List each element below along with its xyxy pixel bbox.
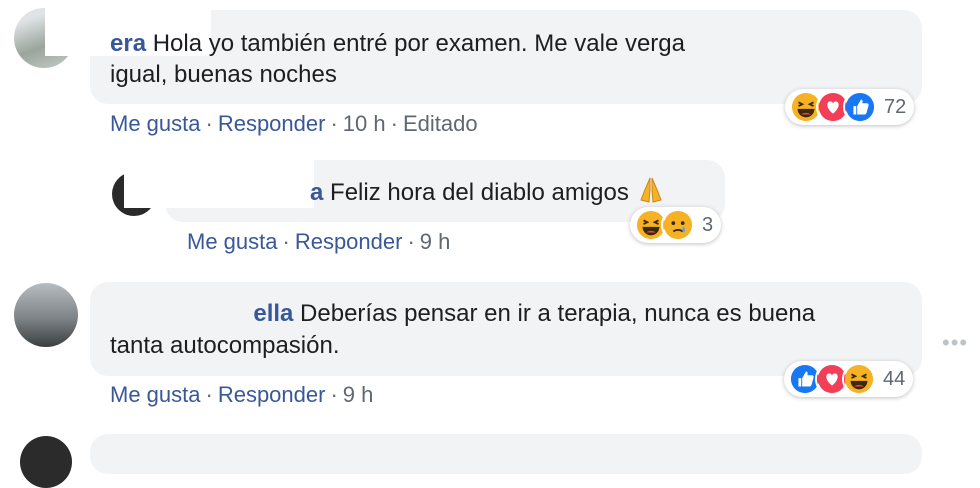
comment-timestamp[interactable]: 9 h <box>343 382 374 407</box>
redaction-mask <box>124 158 314 208</box>
comment-bubble <box>90 434 922 474</box>
like-link[interactable]: Me gusta <box>110 111 201 136</box>
comment-text: ella Deberías pensar en ir a terapia, nu… <box>110 298 815 329</box>
comment-timestamp[interactable]: 10 h <box>343 111 386 136</box>
comment-actions: Me gusta · Responder · 9 h <box>187 229 451 254</box>
comment-text: a Feliz hora del diablo amigos <box>310 176 664 208</box>
reaction-summary[interactable]: 3 <box>630 207 722 243</box>
haha-reaction-icon <box>842 362 876 396</box>
reply-link[interactable]: Responder <box>295 229 403 254</box>
edited-label[interactable]: Editado <box>403 111 478 136</box>
comment-timestamp[interactable]: 9 h <box>420 229 451 254</box>
comment-avatar[interactable] <box>20 436 72 488</box>
reaction-count: 3 <box>702 213 714 236</box>
reply-link[interactable]: Responder <box>218 111 326 136</box>
comment-avatar[interactable] <box>14 283 78 347</box>
comment-author[interactable]: a <box>310 179 323 206</box>
reaction-count: 72 <box>884 95 907 118</box>
more-options-icon[interactable]: ••• <box>942 330 968 356</box>
comment-actions: Me gusta · Responder · 10 h · Editado <box>110 111 478 136</box>
like-link[interactable]: Me gusta <box>187 229 278 254</box>
like-reaction-icon <box>843 90 877 124</box>
comment-author-name[interactable]: ella <box>253 300 293 327</box>
comment-text: era Hola yo también entré por examen. Me… <box>110 30 685 57</box>
redaction-mask <box>108 296 202 310</box>
reaction-summary[interactable]: 72 <box>785 89 915 125</box>
reaction-summary[interactable]: 44 <box>784 361 914 397</box>
comment-text-line2: igual, buenas noches <box>110 61 337 88</box>
reply-link[interactable]: Responder <box>218 382 326 407</box>
praying-hands-emoji-icon <box>639 177 662 203</box>
comment-actions: Me gusta · Responder · 9 h <box>110 382 374 407</box>
sad-reaction-icon <box>661 208 695 242</box>
comment-text-line2: tanta autocompasión. <box>110 332 340 359</box>
reaction-count: 44 <box>883 367 906 390</box>
comment-author[interactable]: era <box>110 30 146 57</box>
like-link[interactable]: Me gusta <box>110 382 201 407</box>
